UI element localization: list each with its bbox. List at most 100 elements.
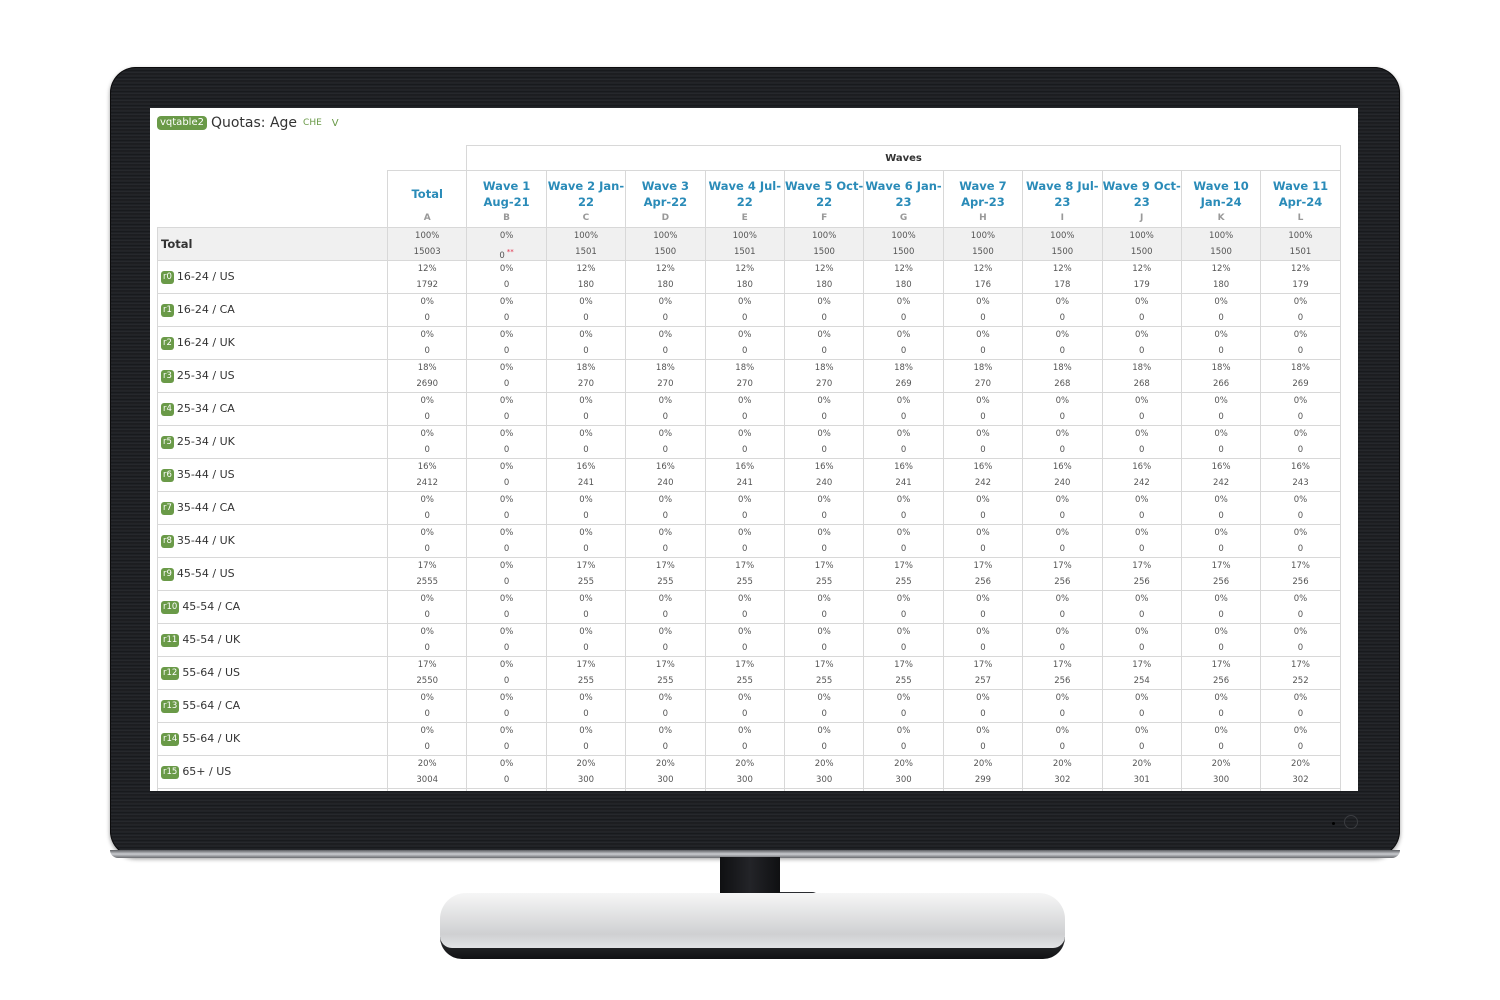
data-cell: 0% 0 <box>545 722 627 756</box>
row-id-badge[interactable]: r0 <box>161 270 174 284</box>
power-button-icon[interactable] <box>1344 815 1358 829</box>
cell-count: 1500 <box>785 244 863 260</box>
column-letter: D <box>661 213 670 223</box>
cell-count-value: 0 <box>583 544 589 554</box>
data-cell: 16% 241 <box>704 458 785 492</box>
data-cell: 17% 256 <box>1260 557 1341 591</box>
data-cell: 16% 240 <box>1022 458 1103 492</box>
column-header[interactable]: Wave 2 Jan-22 C <box>545 170 627 228</box>
table-row: r14 55-64 / UK 0% 0 0% 0 0% 0 0% 0 0% 0 0% 0 0% 0 0% 0 0% 0… <box>157 722 1341 756</box>
cell-percent: 0% <box>1293 594 1308 604</box>
data-cell: 17% 2555 <box>386 557 468 591</box>
cell-count: 0 <box>467 673 545 689</box>
cell-count-value: 300 <box>895 775 912 785</box>
data-cell: 0% 0 <box>704 524 785 558</box>
data-cell: 0% 0 <box>545 524 627 558</box>
cell-percent: 0% <box>817 429 831 439</box>
cell-percent: 0% <box>1214 396 1228 406</box>
cell-percent: 17% <box>735 660 755 670</box>
data-cell: 0% 0 <box>1260 722 1341 756</box>
row-id-badge[interactable]: r14 <box>161 732 180 746</box>
cell-count: 0 <box>1103 739 1181 755</box>
column-header[interactable]: Wave 8 Jul-23 I <box>1022 170 1103 228</box>
cell-count: 0 <box>706 343 784 359</box>
cell-count: 255 <box>864 673 942 689</box>
cell-percent: 0% <box>738 528 752 538</box>
cell-count: 0 <box>864 508 942 524</box>
cell-count: 0 <box>467 640 545 656</box>
table-row: r4 25-34 / CA 0% 0 0% 0 0% 0 0% 0 0% 0 0% 0 0% 0 0% 0 0% 0 0… <box>157 392 1341 426</box>
row-id-badge[interactable]: r2 <box>161 336 174 350</box>
cell-count-value: 1500 <box>892 247 915 257</box>
data-cell: 0% 0 <box>466 458 547 492</box>
row-label: r14 55-64 / UK <box>157 722 388 756</box>
row-id-badge[interactable]: r4 <box>161 402 174 416</box>
column-header[interactable]: Wave 3 Apr-22 D <box>625 170 706 228</box>
table-row: r1665+ / CA0%0%0%0%0%0%0%0%0%0%0%0% <box>157 788 1341 791</box>
data-cell: 0% 0 <box>466 689 547 723</box>
row-label: r3 25-34 / US <box>157 359 388 393</box>
column-header[interactable]: Wave 10 Jan-24 K <box>1180 170 1262 228</box>
row-id-badge[interactable]: r12 <box>161 666 180 680</box>
column-header[interactable]: Wave 4 Jul-22 E <box>704 170 785 228</box>
data-cell: 12% 180 <box>783 260 865 294</box>
cell-count: 0 <box>467 508 545 524</box>
cell-count-value: 0 <box>1218 544 1224 554</box>
row-id-badge[interactable]: r6 <box>161 468 174 482</box>
data-cell: 17% 255 <box>625 557 706 591</box>
cell-count: 1501 <box>706 244 784 260</box>
data-cell: 18% 270 <box>545 359 627 393</box>
data-cell: 0% 0 <box>386 425 468 459</box>
cell-count-value: 178 <box>1054 280 1071 290</box>
column-header[interactable]: Wave 9 Oct-23 J <box>1101 170 1182 228</box>
data-cell: 0% 0 <box>783 689 865 723</box>
row-id-badge[interactable]: r9 <box>161 567 174 581</box>
cell-count: 0 <box>626 343 704 359</box>
table-id-badge[interactable]: vqtable2 <box>157 116 207 130</box>
column-header[interactable]: Wave 7 Apr-23 H <box>942 170 1024 228</box>
cell-count-value: 0 <box>1059 511 1066 521</box>
column-header[interactable]: Wave 6 Jan-23 G <box>863 170 944 228</box>
subtitle-tag[interactable]: CHE <box>303 118 322 128</box>
table-row: r8 35-44 / UK 0% 0 0% 0 0% 0 0% 0 0% 0 0% 0 0% 0 0% 0 0% 0 0… <box>157 524 1341 558</box>
cell-percent: 0% <box>1055 429 1070 439</box>
cell-percent: 0% <box>499 495 514 505</box>
cell-count: 0 <box>1182 607 1260 623</box>
row-label-text: 45-54 / US <box>176 567 235 581</box>
cell-count-value: 0 <box>900 445 907 455</box>
row-id-badge[interactable]: r8 <box>161 534 174 548</box>
column-header[interactable]: Wave 1 Aug-21 B <box>466 170 547 228</box>
cell-count: 0 <box>785 607 863 623</box>
cell-count: 0 <box>706 541 784 557</box>
cell-count-value: 1792 <box>416 280 439 290</box>
row-id-badge[interactable]: r5 <box>161 435 174 449</box>
cell-count-value: 255 <box>657 676 674 686</box>
row-id-badge[interactable]: r1 <box>161 303 174 317</box>
column-header[interactable]: Wave 11 Apr-24 L <box>1260 170 1341 228</box>
cell-percent: 0% <box>1214 429 1228 439</box>
row-id-badge[interactable]: r10 <box>161 600 180 614</box>
data-cell: 0% 0 <box>1022 326 1103 360</box>
toggle-view-link[interactable]: V <box>332 118 339 129</box>
power-led-icon <box>1332 822 1335 825</box>
cell-count-value: 0 <box>503 511 510 521</box>
column-header[interactable]: Total A <box>386 170 468 228</box>
cell-count-value: 0 <box>662 544 669 554</box>
column-name: Wave 5 Oct-22 <box>785 179 864 209</box>
data-cell: 0% 0 <box>1022 293 1103 327</box>
cell-count: 0 <box>944 343 1022 359</box>
row-id-badge[interactable]: r11 <box>161 633 180 647</box>
cell-count-value: 0 <box>662 445 669 455</box>
row-id-badge[interactable]: r15 <box>161 765 180 779</box>
cell-count: 256 <box>1261 574 1339 590</box>
cell-count-value: 0 <box>503 643 510 653</box>
cell-count-value: 1501 <box>733 247 756 257</box>
cell-count: 1500 <box>1023 244 1101 260</box>
row-id-badge[interactable]: r3 <box>161 369 174 383</box>
row-id-badge[interactable]: r13 <box>161 699 180 713</box>
row-id-badge[interactable]: r7 <box>161 501 174 515</box>
column-header[interactable]: Wave 5 Oct-22 F <box>783 170 865 228</box>
cell-count-value: 0 <box>821 544 827 554</box>
cell-percent: 0% <box>1293 726 1308 736</box>
cell-count-value: 0 <box>1059 742 1066 752</box>
